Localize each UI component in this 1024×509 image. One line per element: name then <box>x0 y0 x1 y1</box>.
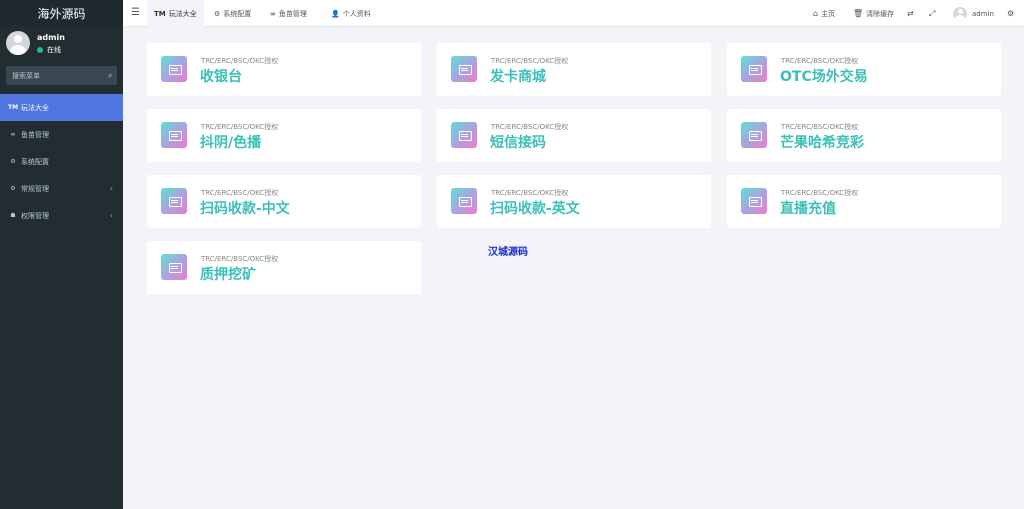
language-icon: ⇄ <box>907 9 914 18</box>
card-title: 收银台 <box>200 69 242 85</box>
tab-label: 个人资料 <box>342 9 371 18</box>
watermark-text: 汉城源码 <box>488 247 528 258</box>
user-name: admin <box>37 33 65 42</box>
menu-toggle-icon[interactable]: ☰ <box>131 7 140 18</box>
tm-icon: TM <box>8 104 19 111</box>
user-menu[interactable]: admin <box>953 0 994 27</box>
game-card-cashier[interactable]: TRC/ERC/BSC/OKC授权 收银台 <box>147 43 421 96</box>
sidebar-item-permissions[interactable]: ☗ 权限管理 ‹ <box>0 202 123 229</box>
tab-fish-management[interactable]: ∞ 鱼苗管理 <box>263 0 314 27</box>
app-logo[interactable]: 海外源码 <box>0 0 123 27</box>
fullscreen-button[interactable]: ⤢ <box>929 0 938 27</box>
card-title: OTC场外交易 <box>780 69 868 85</box>
card-subtitle: TRC/ERC/BSC/OKC授权 <box>781 189 859 197</box>
sidebar-item-label: 权限管理 <box>21 211 49 220</box>
settings-button[interactable]: ⚙ <box>1007 0 1017 27</box>
card-subtitle: TRC/ERC/BSC/OKC授权 <box>781 123 859 131</box>
tab-label: 系统配置 <box>223 9 252 18</box>
game-card-hash-lottery[interactable]: TRC/ERC/BSC/OKC授权 芒果哈希竞彩 <box>727 109 1001 162</box>
top-navbar: ☰ TM 玩法大全 ⚙ 系统配置 ∞ 鱼苗管理 👤 个人资料 ⌂ 主页 🗑 清除… <box>123 0 1024 27</box>
avatar <box>953 6 967 21</box>
chevron-left-icon: ‹ <box>109 184 113 193</box>
card-title: 抖阴/色播 <box>200 135 262 151</box>
sidebar-item-games[interactable]: TM 玩法大全 <box>0 94 123 121</box>
language-button[interactable]: ⇄ <box>907 0 917 27</box>
card-subtitle: TRC/ERC/BSC/OKC授权 <box>201 255 279 263</box>
trash-icon: 🗑 <box>853 9 864 18</box>
gears-icon: ⚙ <box>1007 9 1015 18</box>
card-icon <box>451 188 477 214</box>
user-menu-name: admin <box>972 9 994 18</box>
game-card-otc[interactable]: TRC/ERC/BSC/OKC授权 OTC场外交易 <box>727 43 1001 96</box>
home-icon: ⌂ <box>813 9 819 18</box>
card-subtitle: TRC/ERC/BSC/OKC授权 <box>201 123 279 131</box>
card-title: 直播充值 <box>780 201 836 217</box>
search-icon[interactable]: ⌕ <box>108 71 112 81</box>
online-dot-icon <box>37 47 43 53</box>
menu-search-input[interactable] <box>12 71 108 80</box>
game-card-scan-pay-en[interactable]: TRC/ERC/BSC/OKC授权 扫码收款-英文 <box>437 175 711 228</box>
game-card-live-stream[interactable]: TRC/ERC/BSC/OKC授权 抖阴/色播 <box>147 109 421 162</box>
card-title: 芒果哈希竞彩 <box>780 135 864 151</box>
card-icon <box>741 122 767 148</box>
card-icon <box>161 254 187 280</box>
game-card-sms[interactable]: TRC/ERC/BSC/OKC授权 短信接码 <box>437 109 711 162</box>
tm-icon: TM <box>154 9 166 18</box>
sidebar-item-general[interactable]: ⚙ 常规管理 ‹ <box>0 175 123 202</box>
tab-games[interactable]: TM 玩法大全 <box>147 0 204 27</box>
card-subtitle: TRC/ERC/BSC/OKC授权 <box>491 57 569 65</box>
card-icon <box>161 122 187 148</box>
user-status: 在线 <box>37 45 61 55</box>
sidebar: 海外源码 admin 在线 ⌕ TM 玩法大全 ∞ 鱼苗管理 ⚙ 系统配置 ⚙ … <box>0 0 123 509</box>
sidebar-menu: TM 玩法大全 ∞ 鱼苗管理 ⚙ 系统配置 ⚙ 常规管理 ‹ ☗ 权限管理 ‹ <box>0 94 123 229</box>
card-subtitle: TRC/ERC/BSC/OKC授权 <box>201 189 279 197</box>
card-title: 扫码收款-英文 <box>490 201 580 217</box>
game-card-scan-pay-cn[interactable]: TRC/ERC/BSC/OKC授权 扫码收款-中文 <box>147 175 421 228</box>
card-title: 质押挖矿 <box>200 267 256 283</box>
card-subtitle: TRC/ERC/BSC/OKC授权 <box>491 189 569 197</box>
card-icon <box>741 188 767 214</box>
card-subtitle: TRC/ERC/BSC/OKC授权 <box>781 57 859 65</box>
card-title: 发卡商城 <box>490 69 546 85</box>
sidebar-item-label: 系统配置 <box>21 157 49 166</box>
clear-cache-label: 清除缓存 <box>866 9 895 18</box>
tab-profile[interactable]: 👤 个人资料 <box>324 0 378 27</box>
sidebar-item-fish-management[interactable]: ∞ 鱼苗管理 <box>0 121 123 148</box>
link-icon: ∞ <box>10 131 16 138</box>
card-title: 短信接码 <box>490 135 546 151</box>
home-link[interactable]: ⌂ 主页 <box>813 0 835 27</box>
game-card-card-shop[interactable]: TRC/ERC/BSC/OKC授权 发卡商城 <box>437 43 711 96</box>
tab-label: 玩法大全 <box>168 9 197 18</box>
gear-icon: ⚙ <box>214 9 221 18</box>
card-title: 扫码收款-中文 <box>200 201 290 217</box>
card-icon <box>741 56 767 82</box>
card-icon <box>451 56 477 82</box>
cogs-icon: ⚙ <box>10 185 16 192</box>
menu-search: ⌕ <box>6 66 117 85</box>
user-panel: admin 在线 <box>0 27 123 65</box>
game-card-live-recharge[interactable]: TRC/ERC/BSC/OKC授权 直播充值 <box>727 175 1001 228</box>
gear-icon: ⚙ <box>10 158 16 165</box>
card-subtitle: TRC/ERC/BSC/OKC授权 <box>491 123 569 131</box>
fullscreen-icon: ⤢ <box>929 8 936 18</box>
tab-system-config[interactable]: ⚙ 系统配置 <box>207 0 258 27</box>
game-card-staking[interactable]: TRC/ERC/BSC/OKC授权 质押挖矿 <box>147 241 421 294</box>
sidebar-item-label: 常规管理 <box>21 184 49 193</box>
clear-cache-button[interactable]: 🗑 清除缓存 <box>853 0 894 27</box>
users-icon: ☗ <box>10 212 16 219</box>
sidebar-item-system-config[interactable]: ⚙ 系统配置 <box>0 148 123 175</box>
user-status-label: 在线 <box>47 46 61 54</box>
chevron-left-icon: ‹ <box>109 211 113 220</box>
card-icon <box>161 188 187 214</box>
link-icon: ∞ <box>270 9 276 18</box>
card-subtitle: TRC/ERC/BSC/OKC授权 <box>201 57 279 65</box>
home-label: 主页 <box>821 9 836 18</box>
sidebar-item-label: 鱼苗管理 <box>21 130 49 139</box>
card-icon <box>161 56 187 82</box>
sidebar-item-label: 玩法大全 <box>21 103 49 112</box>
tab-label: 鱼苗管理 <box>278 9 307 18</box>
card-icon <box>451 122 477 148</box>
user-icon: 👤 <box>331 9 340 18</box>
user-avatar <box>6 31 30 55</box>
